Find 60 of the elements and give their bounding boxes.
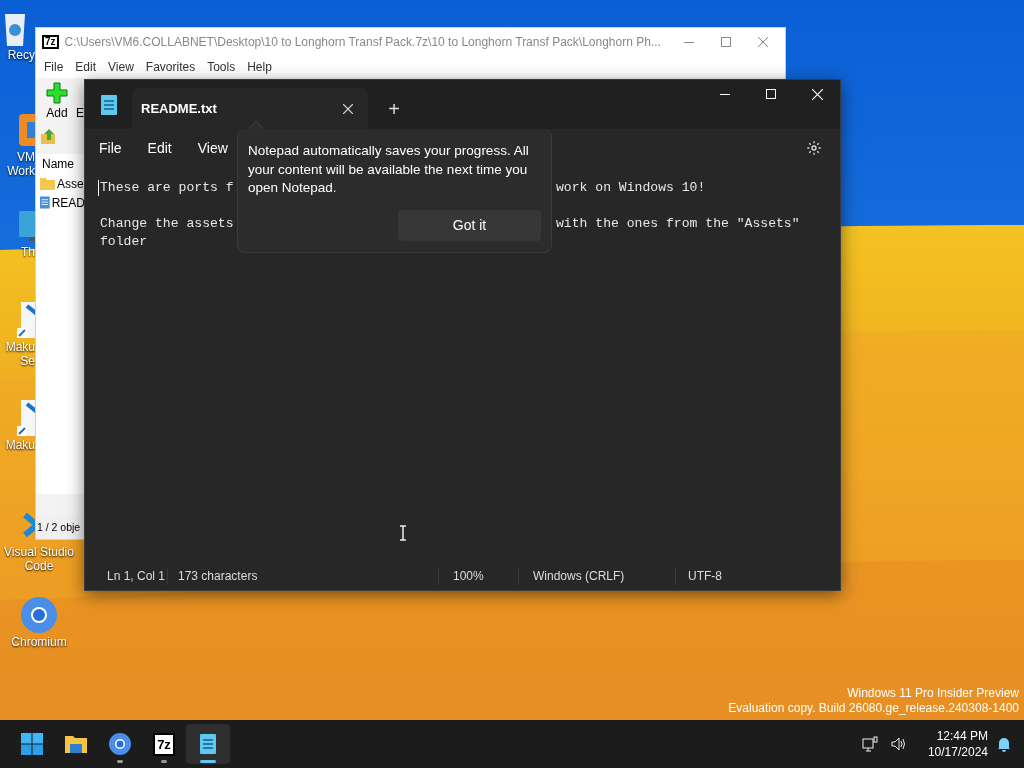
icon-label: Maku [5,340,35,354]
menu-item[interactable]: Tools [201,58,242,76]
icon-label: Recy [7,48,35,62]
icon-label: Maku [5,438,35,452]
icon-label: Se [20,354,35,368]
icon-label: VM [17,150,35,164]
menu-item[interactable]: Edit [137,133,182,163]
popup-message: Notepad automatically saves your progress. All your content will be available the next time you open Notepad. [248,142,530,197]
status-item: UTF-8 [675,566,815,585]
text-cursor [98,180,99,196]
add-icon [46,82,68,104]
volume-icon[interactable] [889,736,906,752]
network-icon[interactable] [861,736,878,752]
menu-item[interactable]: Favorites [139,58,202,76]
icon-label: Chromium [11,635,67,649]
menu-item[interactable]: View [102,58,140,76]
toolbar-button[interactable]: E [76,104,84,122]
menu-item[interactable]: Edit [69,58,103,76]
archiver-logo: 7z [153,732,175,756]
menu-item[interactable]: File [89,133,132,163]
icon-label: Code [24,559,54,573]
watermark-text: Evaluation copy. Build 26080.ge_release.240308-1400 [728,701,1019,716]
watermark-text: Windows 11 Pro Insider Preview [847,686,1019,701]
document-text: folder [100,233,148,251]
menu-item[interactable]: View [187,133,238,163]
status-item: Windows (CRLF) [518,566,675,585]
up-folder-icon [40,128,58,146]
document-text: work on Windows 10! [556,179,706,197]
browser-icon [108,732,132,756]
menu-item[interactable]: Help [241,58,278,76]
folder-icon [40,177,55,190]
text-cursor-icon [399,525,407,541]
got-it-button[interactable]: Got it [398,209,541,241]
toolbar-button[interactable]: Add [46,104,68,122]
status-item: Ln 1, Col 1 [106,567,167,585]
document-text: with the ones from the "Assets" [556,215,800,233]
menu-item[interactable]: File [38,58,70,76]
close-tab-icon[interactable] [343,103,353,114]
icon-label: Th [21,245,35,259]
window-title: C:\Users\VM6.COLLABNET\Desktop\10 to Longhorn Transf Pack.7z\10 to Longhorn Transf Pack\Longhorn Ph... [64,34,661,51]
status-item: 173 characters [167,566,438,585]
close-icon [811,88,823,100]
clock-date[interactable]: 10/17/2024 [927,744,988,760]
document-tab[interactable]: README.txt [132,88,368,129]
icon-label: Visual Studio [4,545,74,559]
app-logo: 7z [42,35,59,49]
settings-icon[interactable] [806,140,822,156]
status-item: 100% [438,566,518,585]
close-icon [758,37,769,47]
browser-icon [19,595,59,635]
clock-time[interactable]: 12:44 PM [936,728,988,744]
icon-label: Work [7,164,35,178]
document-text: These are ports f [100,179,234,197]
new-tab-button[interactable]: + [368,88,420,129]
taskbar-app[interactable]: 7z [142,724,186,764]
bell-icon[interactable] [996,736,1012,752]
taskbar-app[interactable] [186,724,230,764]
windows-logo-icon [20,732,44,756]
column-header[interactable]: Name [36,154,85,174]
document-text: Change the assets [100,215,234,233]
